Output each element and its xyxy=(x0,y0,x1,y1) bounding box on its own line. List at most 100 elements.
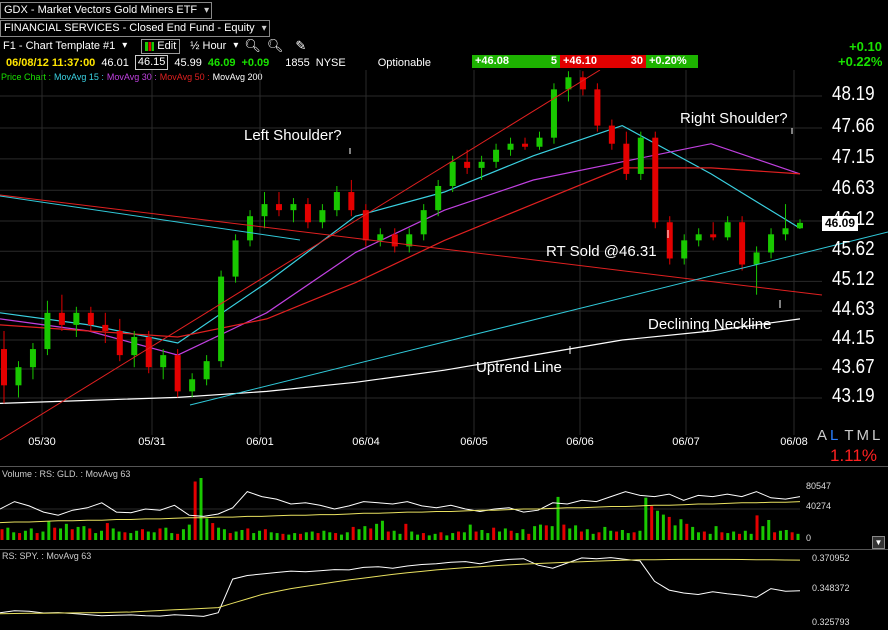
price-tick-label: 46.63 xyxy=(832,177,875,200)
chevron-down-icon: ▾ xyxy=(233,40,239,51)
volume-bar xyxy=(421,533,425,540)
price-candle xyxy=(29,343,36,380)
zoom-out-icon[interactable]: 🔍︎ xyxy=(267,38,284,54)
price-candle xyxy=(232,234,239,283)
volume-tick-label: 40274 xyxy=(806,501,832,511)
volume-bar xyxy=(743,530,747,540)
volume-bar xyxy=(796,533,800,540)
panel-collapse-button[interactable]: ▼ xyxy=(872,536,885,549)
price-axis: 48.1947.6647.1546.6346.1245.6245.1244.63… xyxy=(832,70,888,450)
price-candle xyxy=(435,179,442,217)
volume-bar xyxy=(486,533,490,540)
interval-select[interactable]: ½ Hour ▾ xyxy=(190,40,238,52)
volume-bar xyxy=(222,529,226,540)
rs-chart[interactable] xyxy=(0,550,888,630)
volume-bar xyxy=(691,526,695,540)
volume-bar xyxy=(732,531,736,540)
volume-bar xyxy=(416,534,420,540)
price-tick-label: 43.19 xyxy=(832,385,875,407)
volume-bar xyxy=(544,525,548,540)
rs-tick-label: 0.348372 xyxy=(812,583,850,593)
volume-bar xyxy=(656,510,660,540)
change-pct: +0.22% xyxy=(838,54,883,69)
alt-m[interactable]: M xyxy=(857,427,870,444)
volume-bar xyxy=(685,523,689,540)
zoom-in-icon[interactable]: 🔍︎ xyxy=(244,38,261,54)
volume-bar xyxy=(527,533,531,540)
template-select[interactable]: F1 - Chart Template #1 ▾ xyxy=(3,40,127,52)
volume-bar xyxy=(123,532,127,540)
category-select-label: FINANCIAL SERVICES - Closed End Fund - E… xyxy=(4,22,255,34)
alt-panel: A L T M L xyxy=(817,427,880,444)
alt-l[interactable]: L xyxy=(830,427,838,444)
volume-bar xyxy=(205,518,209,540)
volume-bar xyxy=(181,529,185,540)
price-candle xyxy=(131,330,138,368)
volume-bar xyxy=(64,523,68,540)
volume-bar xyxy=(135,530,139,540)
price-chart[interactable]: Left Shoulder? Right Shoulder? RT Sold @46… xyxy=(0,70,888,450)
alt-t[interactable]: T xyxy=(844,427,853,444)
alt-l2[interactable]: L xyxy=(872,427,880,444)
price-candle xyxy=(145,330,152,374)
price-candle xyxy=(739,216,746,271)
quote-high: 46.15 xyxy=(134,55,169,70)
bid-ask: +46.08 5 +46.10 30 +0.20% xyxy=(472,55,698,68)
volume-bar xyxy=(591,533,595,540)
edit-button[interactable]: Edit xyxy=(141,38,181,54)
category-select[interactable]: FINANCIAL SERVICES - Closed End Fund - E… xyxy=(0,20,270,37)
volume-bar xyxy=(603,526,607,540)
volume-bar xyxy=(100,530,103,540)
volume-chart[interactable] xyxy=(0,468,888,548)
price-candle xyxy=(58,294,65,331)
price-candle xyxy=(15,361,22,398)
rs-tick-label: 0.370952 xyxy=(812,553,850,563)
volume-bar xyxy=(398,533,402,540)
volume-bar xyxy=(316,533,320,540)
date-tick-label: 06/07 xyxy=(672,436,700,448)
quote-open: 46.01 xyxy=(101,56,129,69)
pen-tool-icon[interactable]: ✎ xyxy=(295,38,306,54)
moving-average-line xyxy=(0,124,801,344)
price-candle xyxy=(319,204,326,229)
price-candle xyxy=(87,306,94,331)
volume-bar xyxy=(632,532,636,540)
volume-bar xyxy=(773,532,777,540)
price-candle xyxy=(348,179,355,217)
chart-annotation: Uptrend Line xyxy=(476,359,562,376)
volume-bar xyxy=(755,515,759,540)
volume-bar xyxy=(187,524,191,540)
price-candle xyxy=(579,71,586,96)
quote-last: 46.09 xyxy=(207,56,236,69)
volume-bar xyxy=(585,529,589,540)
volume-bar xyxy=(714,526,718,540)
volume-bar xyxy=(82,526,86,540)
volume-bar xyxy=(638,530,642,540)
volume-bar xyxy=(521,529,525,540)
volume-bar xyxy=(94,533,98,540)
price-tick-label: 44.63 xyxy=(832,298,875,321)
volume-bar xyxy=(457,531,461,540)
volume-tick-label: 80547 xyxy=(806,481,832,491)
price-candle xyxy=(102,312,109,344)
date-tick-label: 06/06 xyxy=(566,436,594,448)
volume-bar xyxy=(761,526,765,540)
volume-bar xyxy=(503,528,507,540)
volume-bar xyxy=(211,523,215,540)
volume-bar xyxy=(170,533,174,540)
alt-a[interactable]: A xyxy=(817,427,827,444)
price-tick-label: 47.15 xyxy=(832,145,875,168)
volume-bar xyxy=(568,528,572,540)
price-candle xyxy=(724,216,731,241)
price-candle xyxy=(218,270,225,368)
volume-bar xyxy=(193,481,197,540)
volume-bar xyxy=(146,531,150,540)
edit-button-label: Edit xyxy=(157,40,177,52)
edit-chart-icon xyxy=(145,41,155,51)
symbol-select[interactable]: GDX - Market Vectors Gold Miners ETF xyxy=(0,2,213,19)
volume-bar xyxy=(474,531,478,540)
price-candle xyxy=(666,216,673,265)
chevron-down-icon: ▼ xyxy=(874,538,883,547)
volume-bar xyxy=(41,531,45,540)
volume-bar xyxy=(345,532,349,540)
